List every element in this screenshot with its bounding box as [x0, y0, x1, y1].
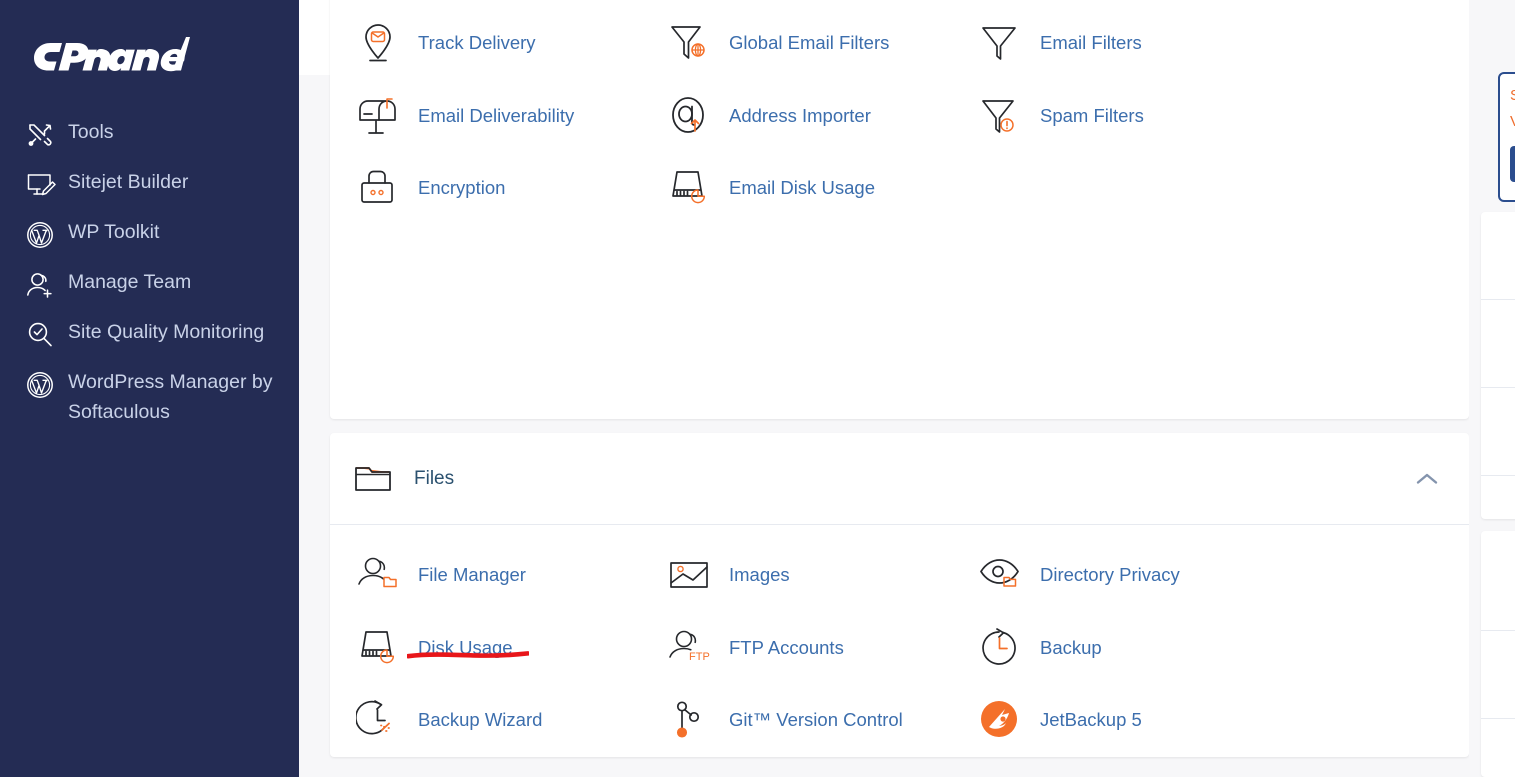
track-delivery-icon [354, 20, 404, 66]
svg-text:FTP: FTP [689, 651, 710, 663]
address-importer-icon [665, 93, 715, 139]
tool-label: Email Filters [1040, 32, 1142, 54]
tool-email-filters[interactable]: Email Filters [976, 7, 1469, 80]
email-disk-usage-icon [665, 165, 715, 211]
right-sidebar-row[interactable] [1481, 388, 1515, 476]
sidebar-item-label: Tools [68, 121, 114, 143]
sidebar-item-sitejet-builder[interactable]: Sitejet Builder [0, 162, 299, 212]
tool-encryption[interactable]: Encryption [354, 152, 665, 225]
right-sidebar-row[interactable] [1481, 531, 1515, 631]
featured-card-line-2: V [1510, 112, 1515, 132]
tool-label: File Manager [418, 564, 526, 586]
cpanel-page: Tools Sitejet Builder WP Toolkit Manage … [0, 0, 1515, 777]
file-manager-icon [354, 552, 404, 598]
email-deliverability-icon [354, 93, 404, 139]
global-email-filters-icon [665, 20, 715, 66]
tool-mailing-lists[interactable]: Mailing Lists [976, 0, 1469, 7]
site-quality-monitoring-icon [26, 318, 64, 352]
tool-address-importer[interactable]: Address Importer [665, 80, 976, 153]
sitejet-builder-icon [26, 168, 64, 202]
featured-card-button[interactable] [1510, 146, 1515, 182]
tool-file-manager[interactable]: File Manager [354, 539, 665, 612]
sidebar-item-label: WordPress Manager by Softaculous [68, 371, 273, 423]
panel-email-grid: Email Accounts Forwarders [330, 0, 1469, 247]
sidebar-item-site-quality-monitoring[interactable]: Site Quality Monitoring [0, 312, 299, 362]
backup-icon [976, 625, 1026, 671]
sidebar-item-label: Sitejet Builder [68, 171, 189, 193]
tool-label: Git™ Version Control [729, 709, 903, 731]
main-content: Email [299, 0, 1469, 777]
tool-label: Backup [1040, 636, 1102, 658]
wordpress-icon [26, 368, 64, 402]
tool-label: Email Deliverability [418, 104, 575, 126]
sidebar-item-label: Manage Team [68, 271, 192, 293]
tool-ftp-accounts[interactable]: FTP FTP Accounts [665, 612, 976, 685]
spam-filters-icon [976, 93, 1026, 139]
tool-label: JetBackup 5 [1040, 709, 1142, 731]
tool-backup[interactable]: Backup [976, 612, 1469, 685]
tool-label: FTP Accounts [729, 636, 844, 658]
panel-files: Files File Manager Images Directory Priv… [330, 433, 1469, 757]
tool-git-version-control[interactable]: Git™ Version Control [665, 684, 976, 757]
backup-wizard-icon [354, 697, 404, 743]
sidebar-item-label: Site Quality Monitoring [68, 321, 265, 343]
tool-autoresponders[interactable]: Autoresponders [354, 0, 665, 7]
right-sidebar-card-stats [1481, 212, 1515, 519]
tool-email-disk-usage[interactable]: Email Disk Usage [665, 152, 976, 225]
right-sidebar-card-info [1481, 531, 1515, 777]
cpanel-logo[interactable] [30, 34, 190, 78]
tool-jetbackup-5[interactable]: JetBackup 5 [976, 684, 1469, 757]
tool-images[interactable]: Images [665, 539, 976, 612]
images-icon [665, 552, 715, 598]
right-sidebar-row[interactable] [1481, 212, 1515, 300]
sidebar-item-label: WP Toolkit [68, 221, 160, 243]
chevron-up-icon[interactable] [1415, 471, 1439, 487]
right-sidebar-row[interactable] [1481, 631, 1515, 719]
sidebar-item-tools[interactable]: Tools [0, 112, 299, 162]
git-icon [665, 697, 715, 743]
tool-label: Images [729, 564, 790, 586]
tool-label: Address Importer [729, 104, 871, 126]
right-sidebar-row[interactable] [1481, 719, 1515, 777]
ftp-accounts-icon: FTP [665, 625, 715, 671]
tool-label: Spam Filters [1040, 104, 1144, 126]
featured-card-line-1: S [1510, 86, 1515, 106]
wordpress-icon [26, 218, 64, 252]
panel-files-header[interactable]: Files [330, 433, 1469, 525]
tool-directory-privacy[interactable]: Directory Privacy [976, 539, 1469, 612]
tool-label: Global Email Filters [729, 32, 890, 54]
tool-track-delivery[interactable]: Track Delivery [354, 7, 665, 80]
sidebar-item-wp-toolkit[interactable]: WP Toolkit [0, 212, 299, 262]
tool-default-address[interactable]: Default Address [665, 0, 976, 7]
tool-label: Track Delivery [418, 32, 536, 54]
tool-label: Directory Privacy [1040, 564, 1180, 586]
panel-email: Email [330, 0, 1469, 419]
tool-label: Encryption [418, 177, 506, 199]
encryption-icon [354, 165, 404, 211]
tool-spam-filters[interactable]: Spam Filters [976, 80, 1469, 153]
tool-backup-wizard[interactable]: Backup Wizard [354, 684, 665, 757]
panel-files-grid: File Manager Images Directory Privacy Di… [330, 525, 1469, 757]
tool-disk-usage[interactable]: Disk Usage [354, 612, 665, 685]
tool-label: Disk Usage [418, 636, 513, 658]
sidebar-item-manage-team[interactable]: Manage Team [0, 262, 299, 312]
disk-usage-icon [354, 625, 404, 671]
jetbackup-icon [976, 697, 1026, 743]
directory-privacy-icon [976, 552, 1026, 598]
right-sidebar-featured-card[interactable]: S V [1498, 72, 1515, 202]
right-sidebar-row[interactable] [1481, 300, 1515, 388]
manage-team-icon [26, 268, 64, 302]
tool-label: Email Disk Usage [729, 177, 875, 199]
right-sidebar: S V [1469, 0, 1515, 777]
left-sidebar: Tools Sitejet Builder WP Toolkit Manage … [0, 0, 299, 777]
tool-email-deliverability[interactable]: Email Deliverability [354, 80, 665, 153]
sidebar-item-wordpress-manager-by-softaculous[interactable]: WordPress Manager by Softaculous [0, 362, 299, 427]
folder-icon [354, 459, 402, 499]
email-filters-icon [976, 20, 1026, 66]
tool-global-email-filters[interactable]: Global Email Filters [665, 7, 976, 80]
tool-label: Backup Wizard [418, 709, 543, 731]
panel-files-title: Files [414, 467, 455, 489]
sidebar-nav: Tools Sitejet Builder WP Toolkit Manage … [0, 112, 299, 427]
tools-icon [26, 118, 64, 152]
